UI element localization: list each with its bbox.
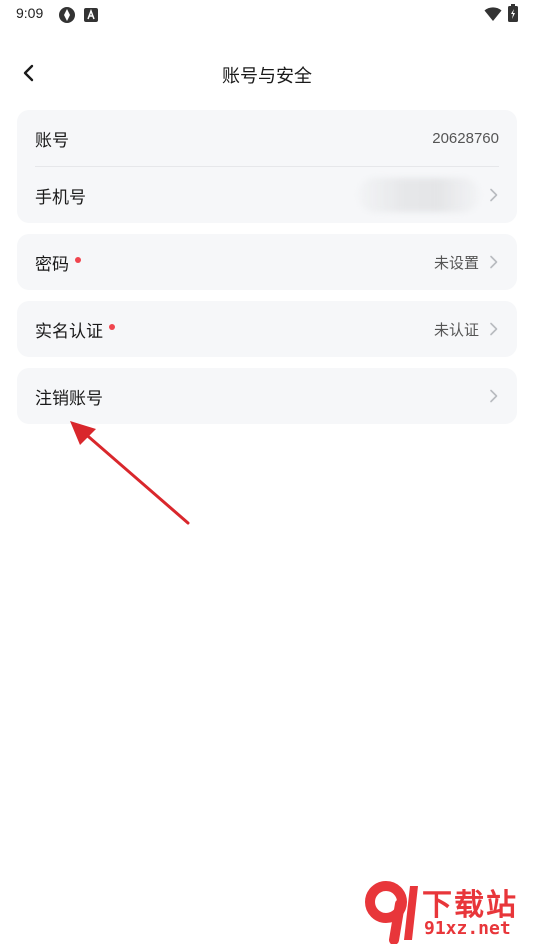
password-row[interactable]: 密码 未设置: [17, 234, 517, 290]
annotation-arrow-icon: [70, 421, 190, 525]
account-id-value: 20628760: [432, 129, 499, 147]
realname-card: 实名认证 未认证: [17, 301, 517, 357]
account-label: 账号: [35, 130, 69, 151]
account-card: 账号 20628760 手机号: [17, 110, 517, 223]
red-dot-badge: [75, 257, 81, 263]
chevron-right-icon: [490, 188, 498, 202]
realname-row[interactable]: 实名认证 未认证: [17, 301, 517, 357]
watermark-logo: 下载站 91xz.net: [360, 878, 530, 948]
status-bar: 9:09: [0, 0, 534, 28]
realname-label: 实名认证: [35, 321, 103, 342]
nav-bar: 账号与安全: [0, 50, 534, 96]
phone-row[interactable]: 手机号: [17, 167, 517, 223]
page-title: 账号与安全: [222, 66, 312, 87]
status-time: 9:09: [16, 5, 44, 21]
cancel-account-label: 注销账号: [35, 388, 103, 409]
password-card: 密码 未设置: [17, 234, 517, 290]
password-label: 密码: [35, 254, 69, 275]
phone-label: 手机号: [35, 187, 86, 208]
chevron-right-icon: [490, 255, 498, 269]
password-status: 未设置: [433, 253, 479, 272]
account-row: 账号 20628760: [17, 110, 517, 166]
chevron-right-icon: [490, 389, 498, 403]
app-notification-icon: [84, 7, 98, 26]
battery-icon: [508, 4, 518, 26]
sync-status-icon: [58, 6, 76, 28]
brand-logo-icon: [365, 881, 418, 944]
wifi-icon: [484, 6, 502, 26]
chevron-right-icon: [490, 322, 498, 336]
blurred-phone-number: [359, 178, 479, 212]
realname-status: 未认证: [433, 320, 479, 339]
watermark-url: 91xz.net: [424, 918, 511, 939]
red-dot-badge: [109, 324, 115, 330]
